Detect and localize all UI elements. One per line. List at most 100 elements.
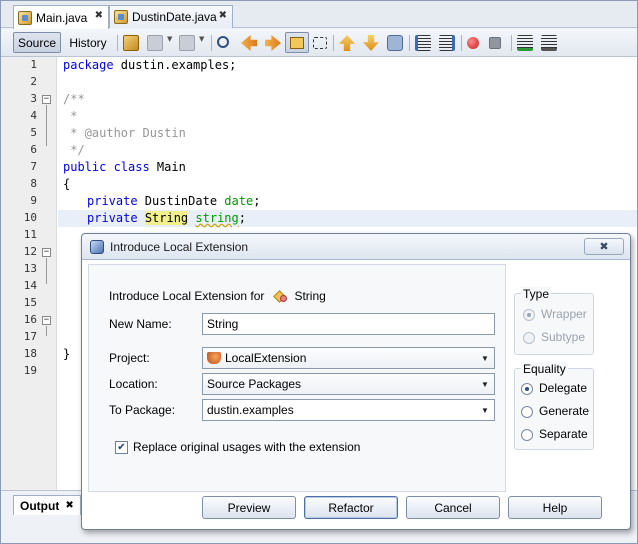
close-dialog-button[interactable]: ✖ [584,238,624,255]
keyword: package [63,58,114,72]
type-group: Type Wrapper Subtype [514,287,594,355]
help-button[interactable]: Help [508,496,602,519]
toggle-bookmark-icon[interactable] [387,35,403,51]
tab-dustindate-java[interactable]: DustinDate.java ✖ [109,5,233,28]
chevron-down-icon[interactable]: ▼ [478,377,492,391]
close-icon[interactable]: ✖ [65,500,73,511]
generate-radio[interactable] [521,406,533,418]
fold-toggle[interactable]: − [42,95,51,104]
replace-usages-checkbox[interactable]: ✔ [115,441,128,454]
fold-toggle[interactable]: − [42,248,51,257]
history-button[interactable]: History [64,32,112,53]
new-name-input[interactable]: String [202,313,495,335]
cancel-button[interactable]: Cancel [406,496,500,519]
rect-select-icon[interactable] [313,37,327,49]
dialog-titlebar[interactable]: Introduce Local Extension ✖ [82,234,630,260]
code-text: DustinDate [137,194,225,208]
code-line: { [63,177,71,191]
tab-output[interactable]: Output ✖ [13,495,81,515]
comment-icon[interactable] [517,35,533,51]
project-value: LocalExtension [225,351,307,365]
line-number: 13 [23,262,37,275]
editor-toolbar: Source History ▼ ▼ [1,29,637,57]
shift-right-icon[interactable] [439,35,455,51]
package-value: dustin.examples [207,403,294,417]
forward-icon[interactable] [179,35,195,51]
toolbar-separator [461,35,462,51]
toggle-highlight-button[interactable] [285,32,309,53]
start-macro-icon[interactable] [467,37,479,49]
line-number: 8 [30,177,37,190]
output-tab-label: Output [20,498,60,513]
tab-label: Main.java [36,10,88,25]
editor-tabs: Main.java ✖ DustinDate.java ✖ [1,1,637,29]
location-value: Source Packages [207,377,302,391]
line-number: 1 [30,58,37,71]
line-number: 6 [30,143,37,156]
toolbar-separator [117,35,118,51]
location-select[interactable]: Source Packages ▼ [202,373,495,395]
back-icon[interactable] [147,35,163,51]
close-icon[interactable]: ✖ [95,10,103,21]
separate-radio-label: Separate [539,427,588,441]
project-select[interactable]: LocalExtension ▼ [202,347,495,369]
project-icon [207,352,221,364]
separate-radio[interactable] [521,429,533,441]
subtype-radio[interactable] [523,332,535,344]
code-line: * @author Dustin [63,126,186,140]
line-number: 14 [23,279,37,292]
chevron-down-icon[interactable]: ▼ [478,403,492,417]
field-name: string [195,211,239,225]
code-line: private String string; [87,210,246,227]
chevron-down-icon[interactable]: ▼ [478,351,492,365]
line-number: 5 [30,126,37,139]
dialog-heading: Introduce Local Extension for String [109,289,326,303]
shift-left-icon[interactable] [415,35,431,51]
highlight-icon [290,36,304,49]
type-group-title: Type [521,287,552,301]
chevron-down-icon[interactable]: ▼ [167,35,175,51]
introduce-local-extension-dialog: Introduce Local Extension ✖ Introduce Lo… [81,233,631,530]
wrapper-radio[interactable] [523,309,535,321]
project-label: Project: [109,351,150,365]
code-line: package dustin.examples; [63,57,236,74]
toolbar-separator [333,35,334,51]
code-line: private DustinDate date; [87,193,260,210]
tab-main-java[interactable]: Main.java ✖ [13,5,109,29]
chevron-down-icon[interactable]: ▼ [199,35,207,51]
code-line: /** [63,92,85,106]
close-icon[interactable]: ✖ [219,10,227,21]
tab-label: DustinDate.java [132,10,217,24]
next-bookmark-icon[interactable] [363,35,379,51]
line-number: 17 [23,330,37,343]
uncomment-icon[interactable] [541,35,557,51]
line-number: 9 [30,194,37,207]
package-combo[interactable]: dustin.examples ▼ [202,399,495,421]
fold-guide [46,105,47,146]
preview-button[interactable]: Preview [202,496,296,519]
delegate-radio-label: Delegate [539,381,588,395]
keyword: private [87,194,138,208]
equality-group: Equality Delegate Generate Separate [514,362,594,450]
last-edit-icon[interactable] [123,35,139,51]
toolbar-separator [511,35,512,51]
stop-macro-icon[interactable] [489,37,501,49]
find-next-icon[interactable] [265,35,281,51]
line-number: 15 [23,296,37,309]
source-button[interactable]: Source [13,32,61,53]
line-gutter: 1 2 3 4 5 6 7 8 9 10 11 12 13 14 15 16 1… [1,57,57,490]
code-text: Main [149,160,186,174]
wrapper-radio-label: Wrapper [541,307,587,321]
find-icon[interactable] [217,36,229,48]
refactor-button[interactable]: Refactor [304,496,398,519]
code-text: ; [238,211,246,225]
field-name: date [224,194,254,208]
code-line: } [63,347,71,361]
java-file-icon [114,10,128,24]
delegate-radio[interactable] [521,383,533,395]
fold-toggle[interactable]: − [42,316,51,325]
previous-bookmark-icon[interactable] [339,35,355,51]
line-number: 2 [30,75,37,88]
dialog-title: Introduce Local Extension [110,239,249,254]
find-previous-icon[interactable] [241,35,257,51]
